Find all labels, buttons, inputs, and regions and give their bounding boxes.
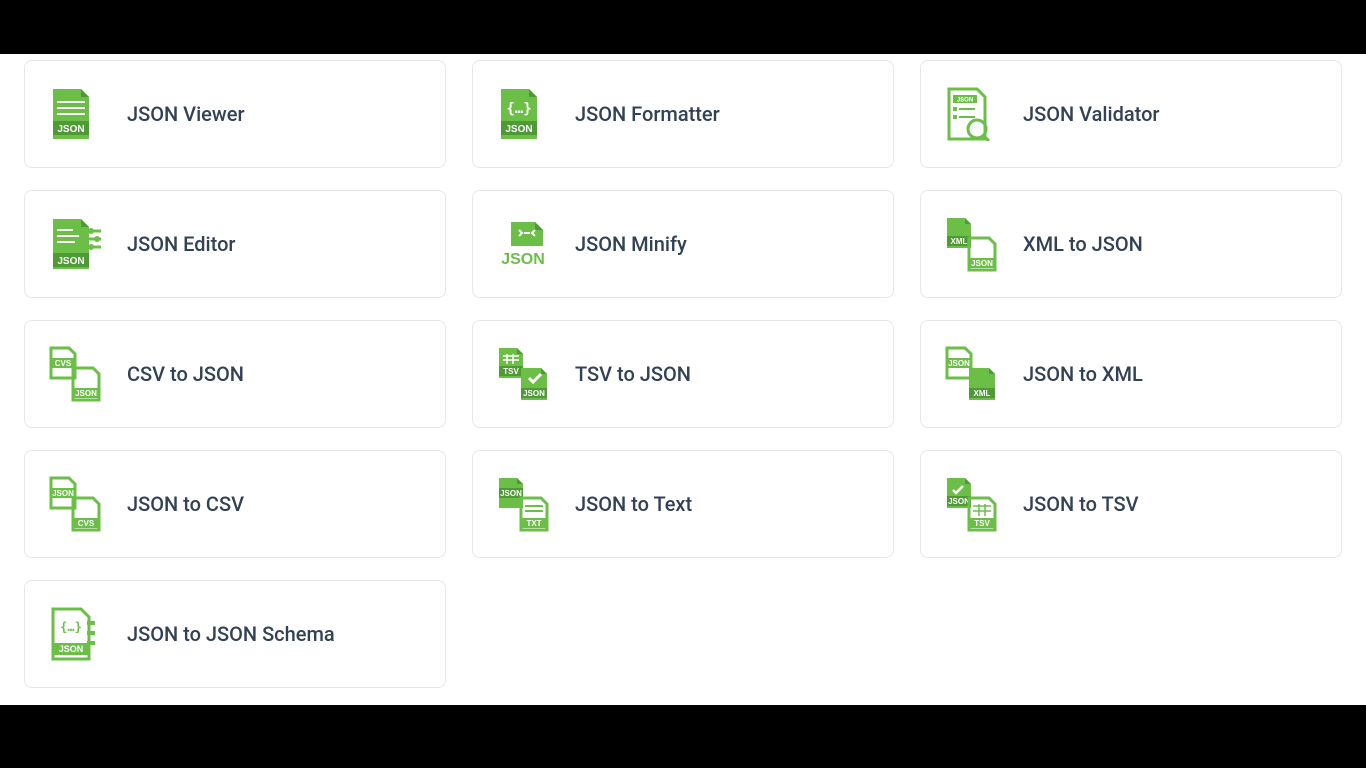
tool-card-json-to-text[interactable]: JSON TXT JSON to Text [472,450,894,558]
tool-label: JSON to XML [1023,362,1143,386]
tool-label: TSV to JSON [575,362,691,386]
json-editor-icon: JSON [47,217,121,271]
json-formatter-icon: {…} JSON [495,87,569,141]
svg-text:JSON: JSON [948,497,970,506]
svg-text:CVS: CVS [78,519,95,528]
svg-text:CVS: CVS [55,359,72,368]
xml-to-json-icon: XML JSON [943,217,1017,271]
tool-card-json-to-csv[interactable]: JSON CVS JSON to CSV [24,450,446,558]
json-to-csv-icon: JSON CVS [47,477,121,531]
top-bar [0,0,1366,54]
svg-text:TSV: TSV [974,519,990,528]
svg-text:JSON: JSON [52,489,74,498]
tool-label: JSON Formatter [575,102,720,126]
tool-label: JSON to CSV [127,492,244,516]
tools-grid: JSON JSON Viewer {…} JSON JSON Formatter [24,60,1342,688]
svg-text:{…}: {…} [506,101,531,117]
bottom-bar [0,705,1366,768]
json-viewer-icon: JSON [47,87,121,141]
tool-card-json-editor[interactable]: JSON JSON Editor [24,190,446,298]
tool-label: JSON Validator [1023,102,1160,126]
tool-card-csv-to-json[interactable]: CVS JSON CSV to JSON [24,320,446,428]
tool-label: JSON to JSON Schema [127,622,335,646]
svg-text:JSON: JSON [500,489,522,498]
tool-label: CSV to JSON [127,362,244,386]
tool-label: JSON to Text [575,492,692,516]
tool-label: XML to JSON [1023,232,1143,256]
svg-text:JSON: JSON [57,256,84,267]
svg-text:JSON: JSON [523,389,545,398]
svg-text:JSON: JSON [505,124,532,135]
tool-card-tsv-to-json[interactable]: TSV JSON TSV to JSON [472,320,894,428]
svg-text:XML: XML [951,237,968,246]
tool-card-json-to-json-schema[interactable]: {…} JSON JSON to JSON Schema [24,580,446,688]
tool-card-json-validator[interactable]: JSON JSON Validator [920,60,1342,168]
svg-text:JSON: JSON [971,259,993,268]
tool-card-xml-to-json[interactable]: XML JSON XML to JSON [920,190,1342,298]
svg-text:TSV: TSV [503,367,519,376]
csv-to-json-icon: CVS JSON [47,347,121,401]
json-validator-icon: JSON [943,87,1017,141]
json-to-tsv-icon: JSON TSV [943,477,1017,531]
svg-text:JSON: JSON [57,124,84,135]
svg-text:JSON: JSON [948,359,970,368]
json-schema-icon: {…} JSON [47,607,121,661]
tool-card-json-to-tsv[interactable]: JSON TSV JSON to TSV [920,450,1342,558]
svg-text:JSON: JSON [59,644,84,654]
tool-card-json-to-xml[interactable]: JSON XML JSON to XML [920,320,1342,428]
svg-text:JSON: JSON [75,389,97,398]
json-to-text-icon: JSON TXT [495,477,569,531]
tool-card-json-viewer[interactable]: JSON JSON Viewer [24,60,446,168]
tool-card-json-formatter[interactable]: {…} JSON JSON Formatter [472,60,894,168]
svg-text:JSON: JSON [501,251,545,268]
svg-text:{…}: {…} [60,620,82,634]
tool-label: JSON to TSV [1023,492,1139,516]
tsv-to-json-icon: TSV JSON [495,347,569,401]
json-to-xml-icon: JSON XML [943,347,1017,401]
svg-text:TXT: TXT [526,519,541,528]
tools-grid-container: JSON JSON Viewer {…} JSON JSON Formatter [0,54,1366,688]
svg-text:JSON: JSON [957,98,973,104]
tool-card-json-minify[interactable]: JSON JSON Minify [472,190,894,298]
json-minify-icon: JSON [495,217,569,271]
tool-label: JSON Minify [575,232,687,256]
svg-text:XML: XML [974,389,991,398]
tool-label: JSON Editor [127,232,236,256]
tool-label: JSON Viewer [127,102,245,126]
